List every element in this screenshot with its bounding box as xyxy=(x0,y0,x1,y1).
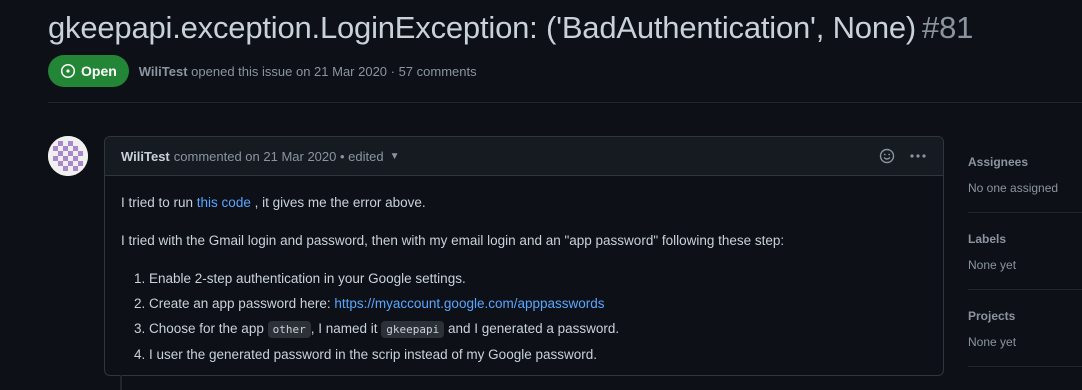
list-item: Enable 2-step authentication in your Goo… xyxy=(149,270,927,288)
issue-opened-icon xyxy=(60,63,76,79)
sidebar-projects[interactable]: Projects None yet xyxy=(968,290,1082,367)
step-text: and I generated a password. xyxy=(444,321,620,336)
issue-page: gkeepapi.exception.LoginException: ('Bad… xyxy=(0,0,1082,390)
app-passwords-link[interactable]: https://myaccount.google.com/apppassword… xyxy=(334,296,604,311)
list-item: Create an app password here: https://mya… xyxy=(149,295,927,313)
inline-code-other: other xyxy=(267,321,311,338)
labels-heading[interactable]: Labels xyxy=(968,232,1006,246)
comment-meta: commented on 21 Mar 2020 • edited xyxy=(173,148,384,164)
comment-header: WiliTest commented on 21 Mar 2020 • edit… xyxy=(105,137,943,176)
list-item: I user the generated password in the scr… xyxy=(149,346,927,364)
status-badge: Open xyxy=(48,55,129,87)
step-text: Choose for the app xyxy=(149,321,268,336)
sidebar-labels[interactable]: Labels None yet xyxy=(968,213,1082,290)
comment-options-button[interactable] xyxy=(909,148,927,164)
status-label: Open xyxy=(81,63,117,79)
smiley-icon xyxy=(879,148,895,164)
assignees-heading[interactable]: Assignees xyxy=(968,155,1028,169)
header-divider xyxy=(48,102,1082,103)
sidebar-assignees[interactable]: Assignees No one assigned xyxy=(968,136,1082,213)
comment-paragraph-2: I tried with the Gmail login and passwor… xyxy=(121,233,785,248)
step-text: Create an app password here: xyxy=(149,296,335,311)
comment-body: I tried to run this code , it gives me t… xyxy=(105,176,943,364)
edited-dropdown-icon[interactable]: ▼ xyxy=(390,151,400,162)
issue-title: gkeepapi.exception.LoginException: ('Bad… xyxy=(48,10,973,46)
paragraph-text: , it gives me the error above. xyxy=(250,195,426,210)
issue-meta-text: WiliTest opened this issue on 21 Mar 202… xyxy=(139,64,477,79)
kebab-horizontal-icon xyxy=(910,154,926,158)
issue-author-link[interactable]: WiliTest xyxy=(139,64,188,79)
comment-paragraph-1: I tried to run this code , it gives me t… xyxy=(121,194,927,212)
sidebar-divider xyxy=(968,366,1082,367)
issue-number: #81 xyxy=(922,10,974,45)
issue-title-text: gkeepapi.exception.LoginException: ('Bad… xyxy=(48,10,917,45)
issue-meta-detail: opened this issue on 21 Mar 2020 · 57 co… xyxy=(191,63,477,79)
add-reaction-button[interactable] xyxy=(879,148,895,164)
timeline-line xyxy=(120,375,122,390)
comment-box: WiliTest commented on 21 Mar 2020 • edit… xyxy=(104,136,944,376)
avatar-image xyxy=(48,136,88,176)
issue-sidebar: Assignees No one assigned Labels None ye… xyxy=(968,136,1082,367)
step-text: , I named it xyxy=(310,321,382,336)
issue-meta: Open WiliTest opened this issue on 21 Ma… xyxy=(48,55,477,87)
comment-author-link[interactable]: WiliTest xyxy=(121,149,170,164)
avatar[interactable] xyxy=(48,136,88,176)
comment-actions xyxy=(879,148,927,164)
inline-code-gkeepapi: gkeepapi xyxy=(381,321,445,338)
step-text: Enable 2-step authentication in your Goo… xyxy=(149,271,466,286)
list-item: Choose for the app other, I named it gke… xyxy=(149,320,927,339)
step-text: I user the generated password in the scr… xyxy=(149,347,597,362)
labels-value: None yet xyxy=(968,258,1017,272)
this-code-link[interactable]: this code xyxy=(197,195,251,210)
projects-value: None yet xyxy=(968,335,1017,349)
assignees-value: No one assigned xyxy=(968,181,1059,195)
paragraph-text: I tried to run xyxy=(121,195,197,210)
projects-heading[interactable]: Projects xyxy=(968,309,1015,323)
steps-list: Enable 2-step authentication in your Goo… xyxy=(121,270,927,364)
